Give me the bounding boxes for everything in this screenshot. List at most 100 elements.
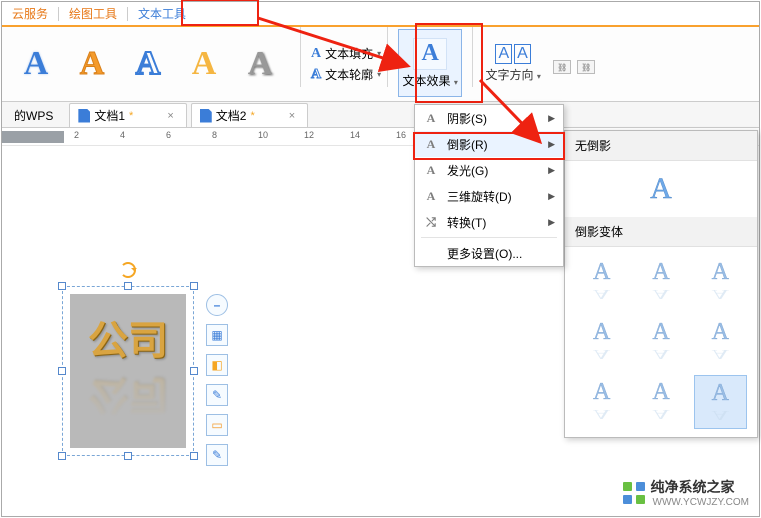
dropdown-arrow-icon: ▾ [537, 72, 541, 81]
menu-label: 更多设置(O)... [447, 245, 522, 262]
wordart-style-4[interactable]: A [180, 40, 228, 88]
watermark-logo-icon [623, 482, 645, 504]
menu-transform[interactable]: ⤭ 转换(T) ▶ [415, 209, 563, 235]
glow-icon: A [423, 163, 439, 178]
layout-tool-icon[interactable]: ▦ [206, 324, 228, 346]
document-tab-2[interactable]: 文档2 * × [191, 103, 308, 127]
link-icon[interactable]: ⛓ [553, 60, 571, 74]
selected-textbox[interactable]: 公司 公司 [62, 286, 194, 456]
menu-more-settings[interactable]: 更多设置(O)... [415, 240, 563, 266]
reflection-variant-9[interactable]: AA [694, 375, 747, 429]
wordart-style-1[interactable]: A [12, 40, 60, 88]
fill-tool-icon[interactable]: ◧ [206, 354, 228, 376]
submenu-arrow-icon: ▶ [548, 139, 555, 150]
watermark-url: WWW.YCWJZY.COM [653, 497, 749, 508]
rotate-handle[interactable] [120, 262, 136, 278]
menu-label: 阴影(S) [447, 110, 487, 127]
reflection-variant-8[interactable]: AA [634, 375, 687, 429]
text-outline-label: 文本轮廓 [325, 66, 373, 83]
menu-reflection[interactable]: A 倒影(R) ▶ [415, 131, 563, 157]
wordart-style-2[interactable]: A [68, 40, 116, 88]
small-tools: ⛓ ⛓ [547, 27, 595, 101]
resize-handle-bm[interactable] [124, 452, 132, 460]
submenu-arrow-icon: ▶ [548, 217, 555, 228]
tab-label: 文档2 [216, 107, 247, 124]
rotation-icon: A [423, 189, 439, 204]
doc-icon [78, 109, 90, 123]
submenu-header-variants: 倒影变体 [565, 217, 757, 247]
reflection-variant-7[interactable]: AA [575, 375, 628, 429]
break-link-icon[interactable]: ⛓ [577, 60, 595, 74]
text-fill-button[interactable]: A 文本填充 ▾ [311, 45, 381, 62]
wordart-reflection: 公司 [88, 370, 168, 428]
star-icon: * [250, 110, 254, 122]
dropdown-arrow-icon: ▾ [377, 49, 381, 58]
menu-draw-tools[interactable]: 绘图工具 [59, 5, 127, 22]
text-outline-button[interactable]: A 文本轮廓 ▾ [311, 66, 381, 83]
transform-icon: ⤭ [423, 215, 439, 230]
reflection-variant-5[interactable]: AA [634, 315, 687, 369]
wps-home-tab[interactable]: 的WPS [6, 104, 65, 127]
submenu-header-none: 无倒影 [565, 131, 757, 161]
wordart-preview: 公司 公司 [70, 294, 186, 448]
text-direction-button[interactable]: A A 文字方向 ▾ [483, 29, 543, 97]
menu-label: 倒影(R) [447, 136, 488, 153]
reflection-variant-4[interactable]: AA [575, 315, 628, 369]
outline-tool-icon[interactable]: ▭ [206, 414, 228, 436]
text-effects-menu: A 阴影(S) ▶ A 倒影(R) ▶ A 发光(G) ▶ A 三维旋转(D) … [414, 104, 564, 267]
wordart-styles-group: A A A A A [2, 27, 294, 101]
annotation-highlight-1 [181, 0, 259, 26]
doc-icon [200, 109, 212, 123]
resize-handle-ml[interactable] [58, 367, 66, 375]
resize-handle-bl[interactable] [58, 452, 66, 460]
document-tab-1[interactable]: 文档1 * × [69, 103, 186, 127]
tab-label: 文档1 [94, 107, 125, 124]
close-tab-button[interactable]: × [289, 110, 295, 122]
menu-label: 转换(T) [447, 214, 486, 231]
menu-shadow[interactable]: A 阴影(S) ▶ [415, 105, 563, 131]
text-direction-label: 文字方向 [485, 68, 533, 82]
text-outline-icon: A [311, 67, 321, 83]
shadow-icon: A [423, 111, 439, 126]
text-fill-label: 文本填充 [325, 45, 373, 62]
close-tab-button[interactable]: × [167, 110, 173, 122]
menubar: 云服务 绘图工具 文本工具 [2, 2, 759, 27]
submenu-arrow-icon: ▶ [548, 113, 555, 124]
reflection-variant-3[interactable]: AA [694, 255, 747, 309]
resize-handle-br[interactable] [190, 452, 198, 460]
ribbon: A A A A A A 文本填充 ▾ A 文本轮廓 ▾ A 文本效果 ▾ [2, 27, 759, 102]
wordart-style-3[interactable]: A [124, 40, 172, 88]
watermark: 纯净系统之家 WWW.YCWJZY.COM [623, 477, 749, 508]
reflection-variant-1[interactable]: AA [575, 255, 628, 309]
ribbon-divider [387, 27, 388, 87]
menu-3d-rotation[interactable]: A 三维旋转(D) ▶ [415, 183, 563, 209]
reflection-variants-grid: AA AA AA AA AA AA AA AA AA [565, 247, 757, 437]
document-tabs: 的WPS 文档1 * × 文档2 * × [2, 102, 759, 128]
reflection-icon: A [423, 137, 439, 152]
menu-cloud[interactable]: 云服务 [2, 5, 58, 22]
reflection-none[interactable]: A [565, 161, 757, 217]
reflection-submenu: 无倒影 A 倒影变体 AA AA AA AA AA AA AA AA AA [564, 130, 758, 438]
brush-tool-icon[interactable]: ✎ [206, 384, 228, 406]
reflection-variant-2[interactable]: AA [634, 255, 687, 309]
style-tool-icon[interactable]: ✎ [206, 444, 228, 466]
text-direction-icon: A A [495, 44, 530, 64]
text-fill-outline-group: A 文本填充 ▾ A 文本轮廓 ▾ [307, 27, 381, 101]
wordart-style-5[interactable]: A [236, 40, 284, 88]
menu-label: 三维旋转(D) [447, 188, 512, 205]
submenu-arrow-icon: ▶ [548, 165, 555, 176]
resize-handle-tr[interactable] [190, 282, 198, 290]
reflection-variant-6[interactable]: AA [694, 315, 747, 369]
watermark-brand: 纯净系统之家 [651, 479, 735, 495]
ruler-margin [2, 131, 64, 143]
dropdown-arrow-icon: ▾ [377, 70, 381, 79]
resize-handle-mr[interactable] [190, 367, 198, 375]
resize-handle-tm[interactable] [124, 282, 132, 290]
resize-handle-tl[interactable] [58, 282, 66, 290]
menu-separator [421, 237, 557, 238]
wordart-text: 公司 [88, 308, 168, 366]
menu-glow[interactable]: A 发光(G) ▶ [415, 157, 563, 183]
annotation-highlight-2 [415, 23, 483, 103]
menu-label: 发光(G) [447, 162, 488, 179]
collapse-button[interactable]: – [206, 294, 228, 316]
